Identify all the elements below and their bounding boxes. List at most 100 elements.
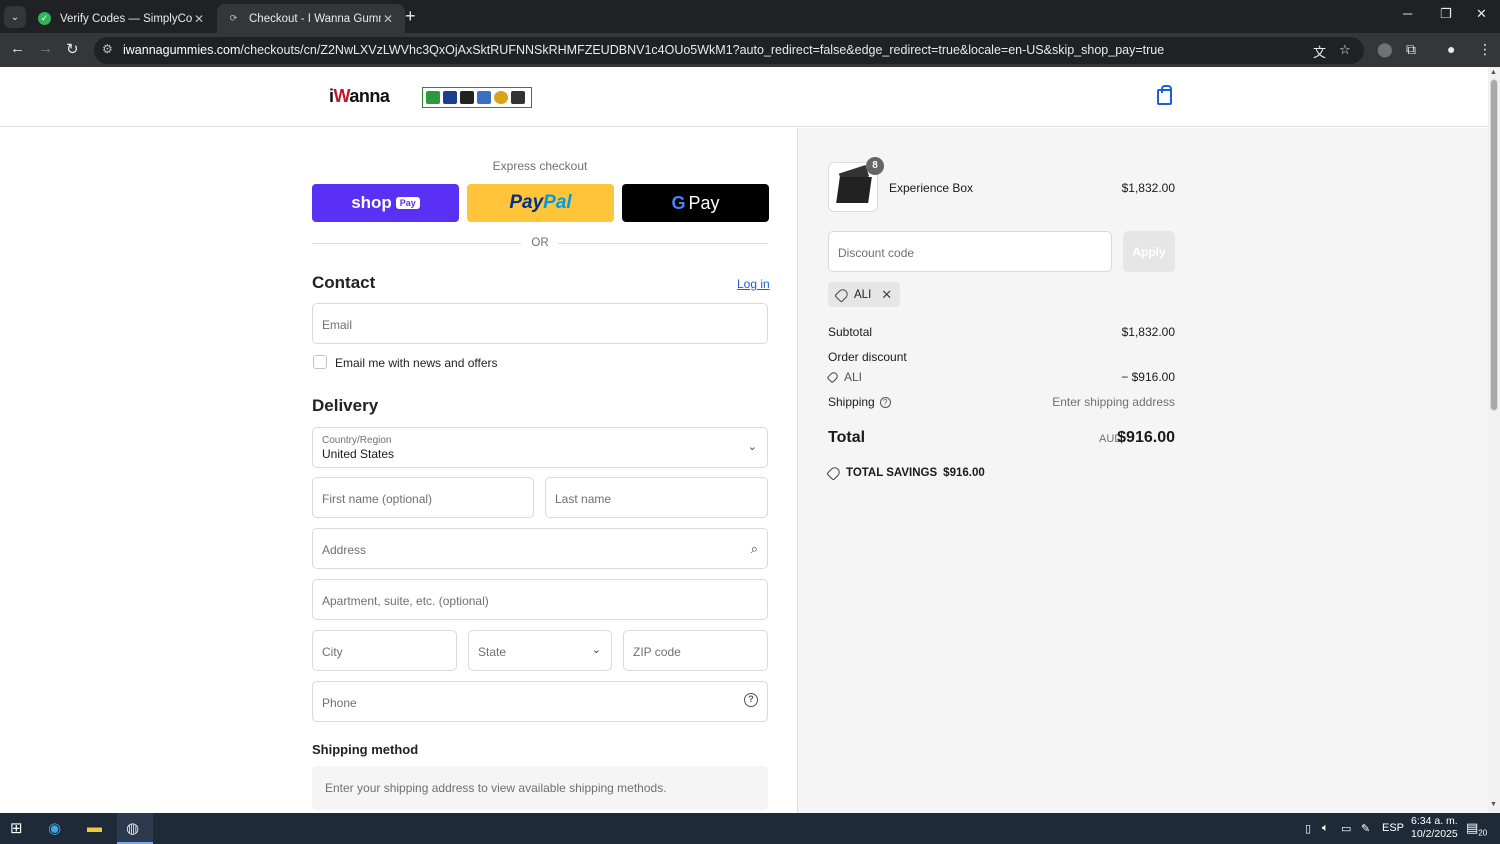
newsletter-checkbox[interactable]: [313, 355, 327, 369]
shield-icon: [426, 91, 440, 104]
state-select[interactable]: State ⌄: [468, 630, 612, 671]
zip-field[interactable]: ZIP code: [623, 630, 768, 671]
remove-discount-icon[interactable]: ✕: [881, 287, 892, 303]
shopping-bag-icon[interactable]: [1157, 85, 1172, 105]
language-indicator[interactable]: ESP: [1382, 822, 1404, 834]
store-logo[interactable]: iWanna: [329, 86, 390, 107]
email-field[interactable]: Email: [312, 303, 768, 344]
extensions-puzzle-icon[interactable]: ⧉: [1406, 41, 1416, 58]
first-name-field[interactable]: First name (optional): [312, 477, 534, 518]
total-value: $916.00: [1117, 429, 1175, 446]
help-icon[interactable]: ?: [879, 397, 891, 408]
discount-code-field[interactable]: Discount code: [828, 231, 1112, 272]
simplycodes-favicon-icon: ✓: [38, 12, 51, 25]
last-name-placeholder: Last name: [555, 492, 612, 506]
scroll-up-icon[interactable]: ▲: [1490, 69, 1497, 76]
volume-icon[interactable]: 🔈︎: [1322, 822, 1329, 835]
url-path: /checkouts/cn/Z2NwLXVzLWVhc3QxOjAxSktRUF…: [240, 43, 1165, 57]
login-link[interactable]: Log in: [737, 277, 770, 291]
file-explorer-icon[interactable]: ▬: [87, 819, 102, 836]
paypal-label: Pal: [543, 192, 572, 213]
shop-pay-tag: Pay: [395, 197, 420, 209]
menu-kebab-icon[interactable]: ⋮: [1478, 41, 1492, 58]
apartment-field[interactable]: Apartment, suite, etc. (optional): [312, 579, 768, 620]
applied-discount-chip: ALI ✕: [828, 282, 901, 307]
savings-label: TOTAL SAVINGS: [846, 467, 938, 479]
tag-icon: [826, 370, 840, 384]
country-select[interactable]: Country/Region United States ⌄: [312, 427, 768, 468]
express-checkout-title: Express checkout: [492, 159, 588, 173]
subtotal-label: Subtotal: [828, 325, 873, 339]
url-domain: iwannagummies.com: [123, 43, 241, 57]
quantity-badge: 8: [866, 157, 884, 175]
savings-value: $916.00: [943, 467, 985, 479]
address-field[interactable]: Address ⌕: [312, 528, 768, 569]
translate-icon[interactable]: 文: [1313, 42, 1326, 61]
country-label: Country/Region: [322, 435, 392, 446]
subtotal-value: $1,832.00: [1121, 325, 1175, 339]
delivery-heading: Delivery: [312, 396, 379, 415]
bookmark-star-icon[interactable]: ☆: [1339, 42, 1351, 58]
minimize-icon[interactable]: ─: [1403, 6, 1412, 21]
forward-icon[interactable]: →: [38, 40, 53, 57]
shop-pay-button[interactable]: shop Pay: [312, 184, 459, 222]
shipping-label: Shipping: [828, 395, 875, 409]
display-icon[interactable]: ▭: [1341, 822, 1351, 835]
url-text[interactable]: iwannagummies.com/checkouts/cn/Z2NwLXVzL…: [123, 43, 1164, 57]
clock[interactable]: 6:34 a. m. 10/2/2025: [1411, 815, 1458, 841]
device-icon[interactable]: ▯: [1305, 822, 1311, 835]
phone-field[interactable]: Phone ?: [312, 681, 768, 722]
edge-icon[interactable]: ◉: [48, 819, 61, 837]
restore-icon[interactable]: ❐: [1440, 6, 1452, 22]
newsletter-label: Email me with news and offers: [335, 356, 498, 370]
city-field[interactable]: City: [312, 630, 457, 671]
tab-verify-codes[interactable]: ✓ Verify Codes — SimplyCodes ✕: [28, 4, 216, 33]
paypal-button[interactable]: Pay Pal: [467, 184, 614, 222]
discount-code-row: ALI − $916.00: [826, 370, 1175, 384]
shipping-row: Shipping? Enter shipping address: [828, 395, 1175, 409]
or-separator: OR: [531, 237, 549, 249]
help-icon[interactable]: ?: [744, 693, 758, 707]
close-tab-icon[interactable]: ✕: [192, 12, 206, 26]
contact-heading: Contact: [312, 273, 376, 292]
extension-icon[interactable]: ⬤: [1377, 41, 1393, 58]
new-tab-icon[interactable]: +: [405, 6, 416, 26]
first-name-placeholder: First name (optional): [322, 492, 433, 506]
tab-title: Verify Codes — SimplyCodes: [60, 12, 192, 25]
pen-icon[interactable]: ✎: [1361, 822, 1370, 835]
chrome-icon[interactable]: ◍: [126, 819, 139, 837]
address-bar[interactable]: ⚙ iwannagummies.com/checkouts/cn/Z2NwLXV…: [94, 37, 1364, 64]
page-scrollbar[interactable]: ▲ ▼: [1488, 67, 1500, 813]
last-name-field[interactable]: Last name: [545, 477, 768, 518]
tab-search-icon[interactable]: ⌄: [4, 6, 26, 28]
discount-amount: − $916.00: [1121, 370, 1175, 384]
back-icon[interactable]: ←: [10, 40, 25, 57]
total-label: Total: [828, 429, 866, 446]
product-price: $1,832.00: [1121, 181, 1175, 195]
close-tab-icon[interactable]: ✕: [381, 12, 395, 26]
search-icon: ⌕: [750, 541, 758, 556]
clock-time: 6:34 a. m.: [1411, 815, 1458, 827]
reload-icon[interactable]: ↻: [66, 40, 79, 58]
windows-start-icon[interactable]: ⊞: [10, 819, 23, 837]
apartment-placeholder: Apartment, suite, etc. (optional): [322, 594, 489, 608]
paypal-badge-icon: [443, 91, 457, 104]
truck-icon: [511, 91, 525, 104]
profile-avatar-icon[interactable]: ●: [1447, 41, 1455, 57]
apply-button[interactable]: Apply: [1123, 231, 1175, 272]
seal-icon: [494, 91, 508, 104]
chevron-down-icon: ⌄: [591, 644, 601, 656]
shipping-method-placeholder: Enter your shipping address to view avai…: [325, 781, 667, 795]
notification-count: 20: [1478, 828, 1488, 838]
tab-checkout[interactable]: ⟳ Checkout - I Wanna Gummies ✕: [217, 4, 405, 33]
order-discount-row: Order discount: [828, 350, 1175, 364]
scroll-down-icon[interactable]: ▼: [1490, 801, 1497, 808]
close-window-icon[interactable]: ✕: [1476, 6, 1487, 22]
google-pay-button[interactable]: G Pay: [622, 184, 769, 222]
google-g-icon: G: [671, 192, 686, 213]
shop-pay-label: shop: [351, 193, 392, 212]
browser-tab-bar: ⌄ ✓ Verify Codes — SimplyCodes ✕ ⟳ Check…: [0, 0, 1500, 33]
notifications-icon[interactable]: ▤20: [1466, 820, 1487, 838]
site-info-icon[interactable]: ⚙: [102, 42, 113, 56]
scrollbar-thumb[interactable]: [1490, 79, 1498, 411]
